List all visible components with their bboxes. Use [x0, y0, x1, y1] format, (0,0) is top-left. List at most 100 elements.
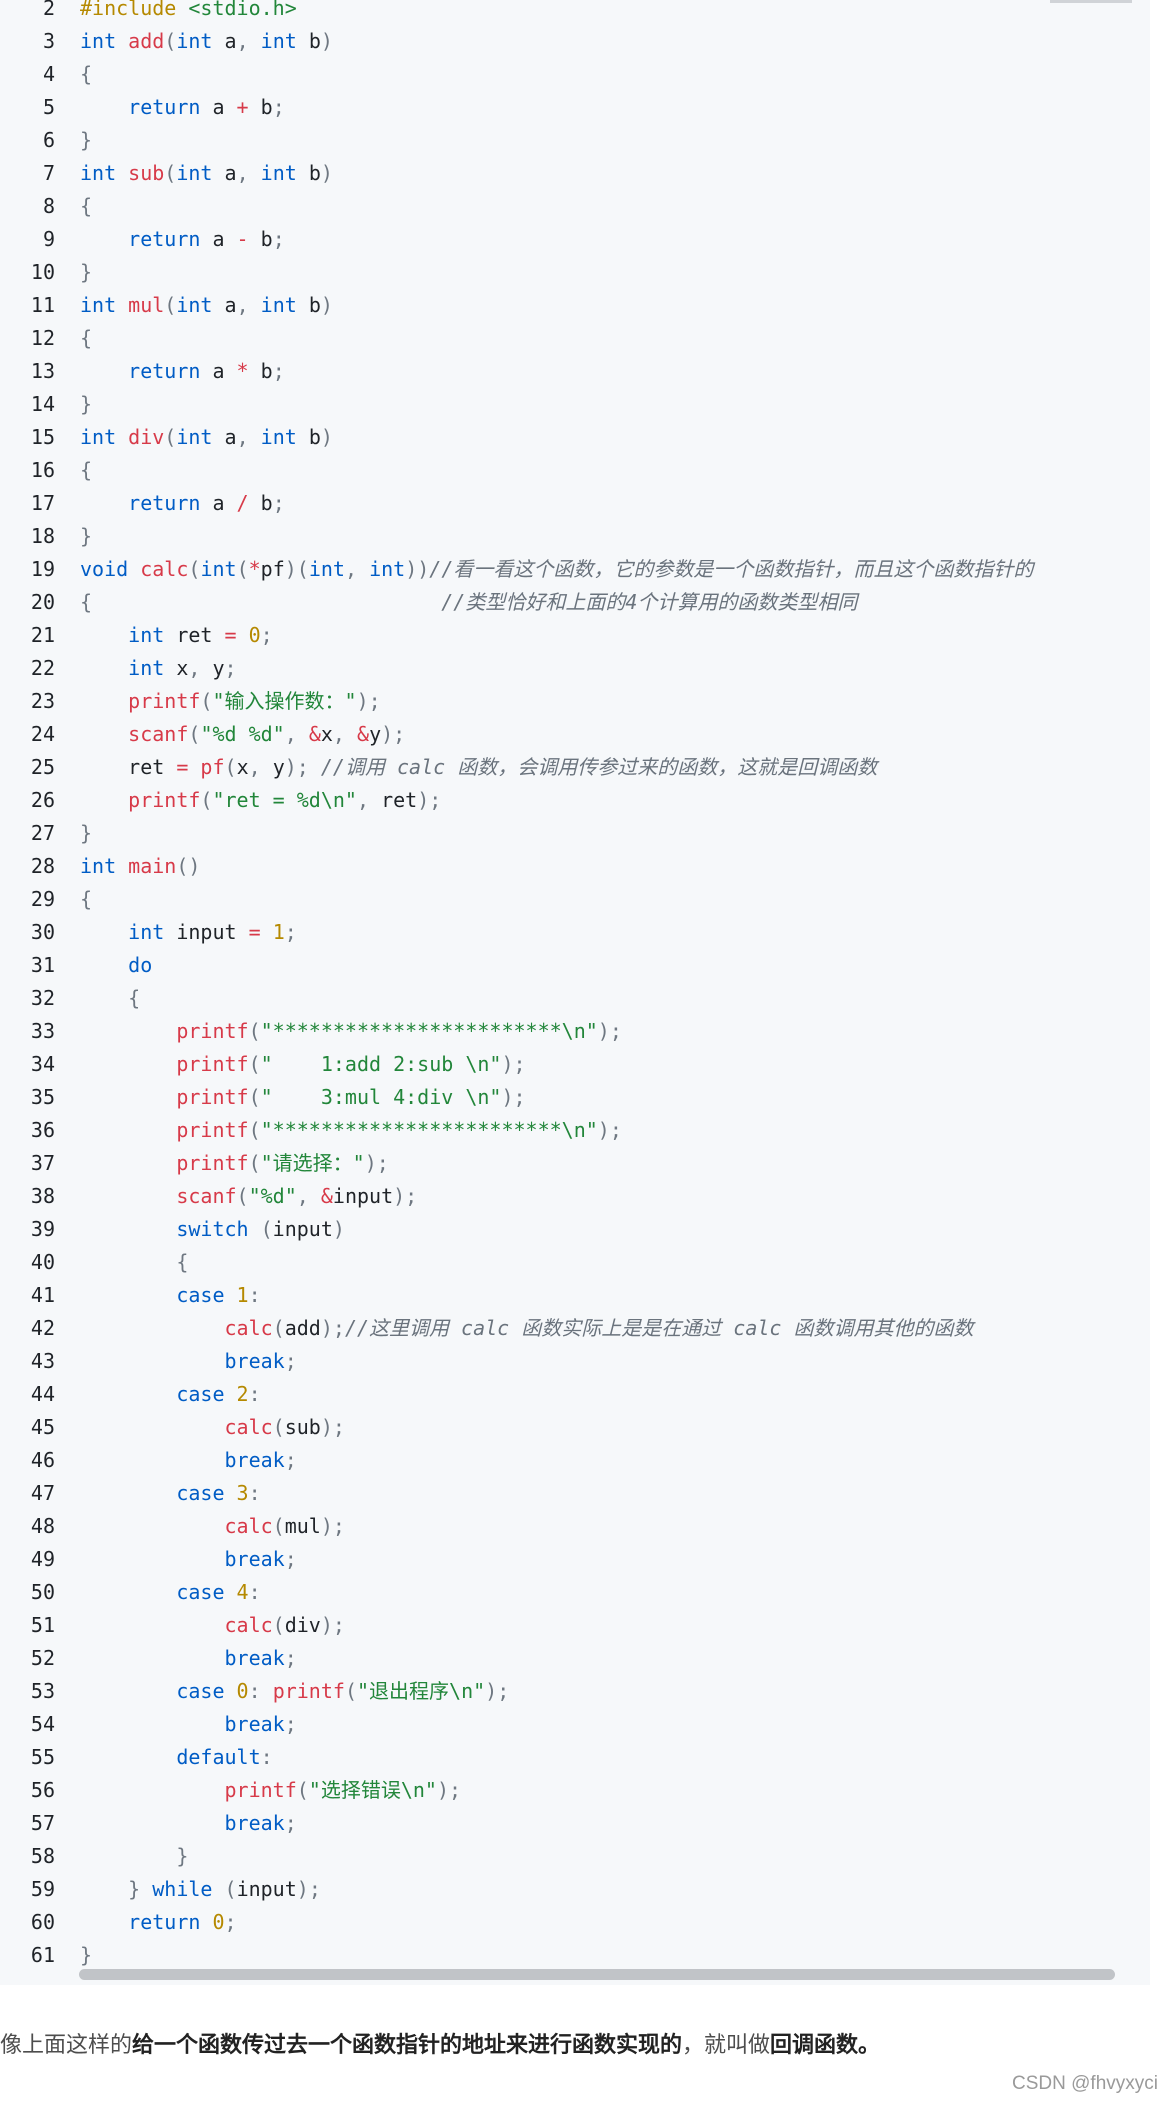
code-token: void: [80, 557, 141, 581]
code-token: (: [164, 161, 177, 185]
code-token: +: [224, 95, 261, 119]
code-token: );: [320, 1613, 345, 1637]
code-token: :: [248, 1481, 261, 1505]
code-token: y: [272, 755, 285, 779]
explanation-paragraph: 像上面这样的给一个函数传过去一个函数指针的地址来进行函数实现的，就叫做回调函数。: [0, 2027, 880, 2059]
code-token: while: [152, 1877, 225, 1901]
code-token: ret: [381, 788, 418, 812]
code-text: switch (input): [80, 1213, 345, 1246]
code-token: a: [224, 161, 237, 185]
code-text: break;: [80, 1642, 297, 1675]
line-number: 8: [42, 194, 55, 218]
code-token: );: [364, 1151, 389, 1175]
code-text: calc(mul);: [80, 1510, 345, 1543]
code-token: y: [212, 656, 225, 680]
horizontal-scrollbar[interactable]: [79, 1969, 1115, 1980]
code-line: 48 calc(mul);: [0, 1510, 1150, 1543]
code-line: 47 case 3:: [0, 1477, 1150, 1510]
code-line: 41 case 1:: [0, 1279, 1150, 1312]
code-token: int: [369, 557, 406, 581]
code-text: case 4:: [80, 1576, 260, 1609]
code-token: (: [272, 1415, 285, 1439]
code-token: ,: [284, 722, 309, 746]
code-token: &: [308, 722, 321, 746]
code-line: 14}: [0, 388, 1150, 421]
code-text: printf("ret = %d\n", ret);: [80, 784, 441, 817]
code-text: }: [80, 256, 92, 289]
code-token: main: [128, 854, 177, 878]
code-token: pf: [200, 755, 225, 779]
code-line: 58 }: [0, 1840, 1150, 1873]
line-number: 45: [30, 1415, 55, 1439]
code-token: div: [284, 1613, 321, 1637]
code-token: (: [188, 722, 201, 746]
line-number: 2: [42, 0, 55, 20]
code-token: input: [272, 1217, 333, 1241]
code-token: );: [393, 1184, 418, 1208]
code-text: {: [80, 982, 140, 1015]
code-token: (: [164, 425, 177, 449]
code-line: 50 case 4:: [0, 1576, 1150, 1609]
code-token: add: [284, 1316, 321, 1340]
code-text: {: [80, 1246, 188, 1279]
code-token: printf: [128, 689, 201, 713]
code-token: (: [164, 293, 177, 317]
code-token: " 1:add 2:sub \n": [260, 1052, 502, 1076]
line-number: 11: [30, 293, 55, 317]
line-number: 48: [30, 1514, 55, 1538]
code-token: :: [248, 1679, 273, 1703]
code-token: );: [296, 1877, 321, 1901]
paragraph-prefix: 像上面这样的: [0, 2032, 133, 2057]
code-line: 2 #include <stdio.h>: [0, 0, 1150, 25]
code-token: int: [260, 293, 309, 317]
code-text: break;: [80, 1807, 297, 1840]
code-text: case 3:: [80, 1477, 261, 1510]
code-text: printf(" 1:add 2:sub \n");: [80, 1048, 525, 1081]
code-text: printf("输入操作数：");: [80, 685, 380, 718]
line-number: 25: [30, 755, 55, 779]
code-text: {: [80, 190, 92, 223]
code-token: break: [224, 1646, 285, 1670]
code-text: int sub(int a, int b): [80, 157, 333, 190]
code-line: 21 int ret = 0;: [0, 619, 1150, 652]
line-number: 55: [30, 1745, 55, 1769]
code-token: printf: [128, 788, 201, 812]
code-token: 0: [248, 623, 261, 647]
code-token: 0: [236, 1679, 249, 1703]
code-token: case: [176, 1481, 237, 1505]
code-token: (: [248, 1052, 261, 1076]
code-token: :: [248, 1382, 261, 1406]
code-token: input: [332, 1184, 394, 1208]
code-token: add: [128, 29, 165, 53]
code-token: ,: [248, 755, 273, 779]
code-line: 8{: [0, 190, 1150, 223]
code-token: input: [236, 1877, 297, 1901]
line-number: 30: [30, 920, 55, 944]
code-text: printf("请选择：");: [80, 1147, 389, 1180]
code-token: );: [284, 755, 321, 779]
code-text: int add(int a, int b): [80, 25, 333, 58]
code-token: ;: [272, 95, 285, 119]
code-text: calc(div);: [80, 1609, 345, 1642]
code-token: case: [176, 1580, 237, 1604]
code-token: int: [80, 161, 129, 185]
code-token: break: [224, 1712, 285, 1736]
code-token: "ret = %d\n": [212, 788, 357, 812]
line-number: 28: [30, 854, 55, 878]
code-line: 32 {: [0, 982, 1150, 1015]
code-token: int: [80, 293, 129, 317]
code-token: int: [176, 425, 225, 449]
code-token: "%d": [248, 1184, 297, 1208]
line-number: 13: [30, 359, 55, 383]
line-number: 15: [30, 425, 55, 449]
code-token: (: [236, 1184, 249, 1208]
code-token: );: [381, 722, 406, 746]
